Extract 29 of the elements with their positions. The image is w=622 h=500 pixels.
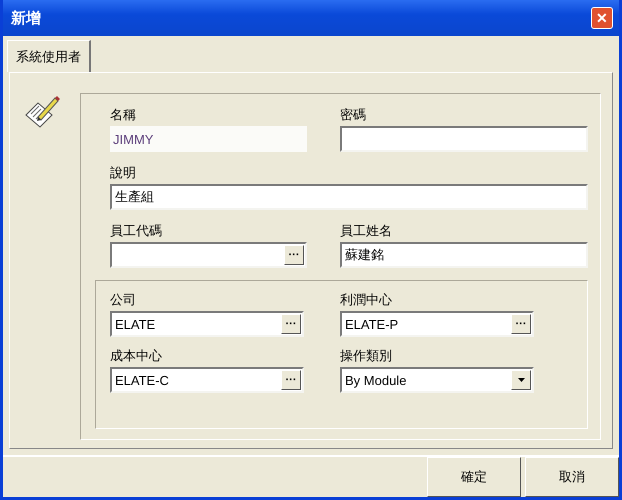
field-label: 名稱 [110, 107, 137, 123]
field-label: 密碼 [340, 107, 367, 123]
tab[interactable]: 系統使用者 [7, 40, 91, 72]
text-field[interactable]: 生產組 [110, 184, 588, 210]
dropdown[interactable]: By Module [340, 367, 534, 393]
field-label: 員工姓名 [340, 223, 393, 239]
window-title: 新增 [11, 8, 41, 28]
name-field[interactable]: JIMMY [110, 126, 307, 152]
dropdown-arrow-icon [518, 378, 524, 382]
note-pencil-icon [24, 93, 60, 129]
dialog-button[interactable]: 確定 [427, 457, 521, 497]
field-label: 員工代碼 [110, 223, 163, 239]
field-label: 說明 [110, 165, 137, 181]
lookup-field[interactable]: ELATE ··· [110, 311, 304, 337]
field-label: 利潤中心 [340, 292, 393, 308]
browse-button[interactable]: ··· [281, 370, 301, 390]
field-label: 公司 [110, 292, 137, 308]
lookup-field[interactable]: ELATE-C ··· [110, 367, 304, 393]
browse-button[interactable]: ··· [511, 314, 531, 334]
field-label: 操作類別 [340, 348, 393, 364]
close-button[interactable]: ✕ [591, 7, 613, 29]
lookup-field[interactable]: ··· [110, 242, 307, 268]
text-field[interactable]: 蘇建銘 [340, 242, 588, 268]
browse-button[interactable]: ··· [284, 245, 304, 265]
lookup-field[interactable]: ELATE-P ··· [340, 311, 534, 337]
browse-button[interactable]: ··· [281, 314, 301, 334]
dialog-button[interactable]: 取消 [525, 457, 619, 497]
field-label: 成本中心 [110, 348, 163, 364]
text-field[interactable] [340, 126, 588, 152]
